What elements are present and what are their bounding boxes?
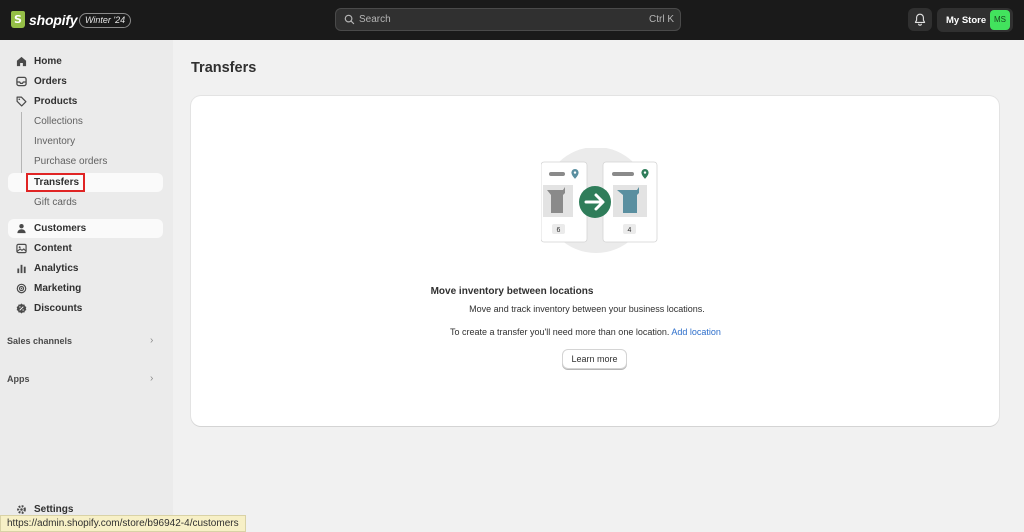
- sidebar-item-label: Content: [34, 243, 72, 254]
- sidebar-item-label: Settings: [34, 504, 74, 515]
- sidebar-item-collections[interactable]: Collections: [8, 112, 163, 131]
- top-bar: shopify Winter '24 Search Ctrl K My Stor…: [0, 0, 1024, 40]
- empty-state-card: [191, 96, 999, 426]
- sidebar-item-analytics[interactable]: Analytics: [8, 259, 163, 278]
- bell-icon: [914, 13, 926, 26]
- empty-state-hint-text: To create a transfer you'll need more th…: [450, 327, 670, 337]
- chevron-right-icon[interactable]: ›: [150, 335, 153, 346]
- person-icon: [17, 224, 26, 234]
- sidebar-item-purchase-orders[interactable]: Purchase orders: [8, 152, 163, 171]
- brand-name: shopify: [29, 11, 78, 28]
- sidebar-item-label: Purchase orders: [34, 156, 108, 167]
- illus-count-left: 6: [557, 227, 561, 234]
- search-icon: [344, 14, 355, 25]
- empty-state-description: Move and track inventory between your bu…: [469, 304, 705, 314]
- learn-more-button[interactable]: Learn more: [562, 349, 627, 369]
- sidebar-item-label: Gift cards: [34, 197, 77, 208]
- sidebar-item-products[interactable]: Products: [8, 92, 163, 111]
- sidebar-item-orders[interactable]: Orders: [8, 72, 163, 91]
- page-title: Transfers: [191, 60, 257, 76]
- search-placeholder: Search: [359, 14, 391, 25]
- illus-count-right: 4: [628, 227, 632, 234]
- tag-icon: [16, 96, 27, 107]
- bar-chart-icon: [17, 264, 26, 274]
- search-shortcut: Ctrl K: [649, 14, 674, 25]
- sidebar-item-label: Orders: [34, 76, 67, 87]
- avatar: MS: [990, 10, 1010, 30]
- sales-channels-heading[interactable]: Sales channels: [7, 336, 72, 346]
- status-bar-url: https://admin.shopify.com/store/b96942-4…: [0, 515, 246, 532]
- home-icon: [16, 56, 27, 67]
- add-location-link[interactable]: Add location: [671, 327, 721, 337]
- empty-state-title: Move inventory between locations: [430, 286, 594, 297]
- notifications-button[interactable]: [908, 8, 932, 31]
- store-name: My Store: [946, 15, 987, 26]
- highlight-annotation: [26, 173, 85, 192]
- inbox-icon: [16, 76, 27, 87]
- store-menu-button[interactable]: My Store MS: [937, 8, 1013, 32]
- apps-heading[interactable]: Apps: [7, 374, 30, 384]
- location-card-right: 4: [602, 161, 658, 243]
- arrow-right-icon: [579, 186, 611, 218]
- transfer-illustration: 6 4: [541, 148, 658, 253]
- sidebar-item-label: Collections: [34, 116, 83, 127]
- sidebar-item-label: Home: [34, 56, 62, 67]
- shopify-bag-icon: [11, 11, 25, 28]
- sidebar-item-label: Products: [34, 96, 78, 107]
- search-bar[interactable]: Search Ctrl K: [335, 8, 681, 31]
- empty-state-hint: To create a transfer you'll need more th…: [450, 327, 721, 337]
- edition-badge: Winter '24: [79, 13, 132, 28]
- sidebar-item-inventory[interactable]: Inventory: [8, 132, 163, 151]
- sidebar-item-home[interactable]: Home: [8, 52, 163, 71]
- shopify-logo[interactable]: shopify: [11, 11, 78, 28]
- sidebar-item-gift-cards[interactable]: Gift cards: [8, 193, 163, 212]
- chevron-right-icon[interactable]: ›: [150, 373, 153, 384]
- sidebar-item-customers[interactable]: Customers: [8, 219, 163, 238]
- sidebar-item-label: Customers: [34, 223, 87, 234]
- gear-icon: [17, 505, 26, 514]
- sidebar-item-content[interactable]: Content: [8, 239, 163, 258]
- sidebar-item-label: Analytics: [34, 263, 79, 274]
- sidebar-item-label: Inventory: [34, 136, 76, 147]
- content-icon: [16, 243, 27, 254]
